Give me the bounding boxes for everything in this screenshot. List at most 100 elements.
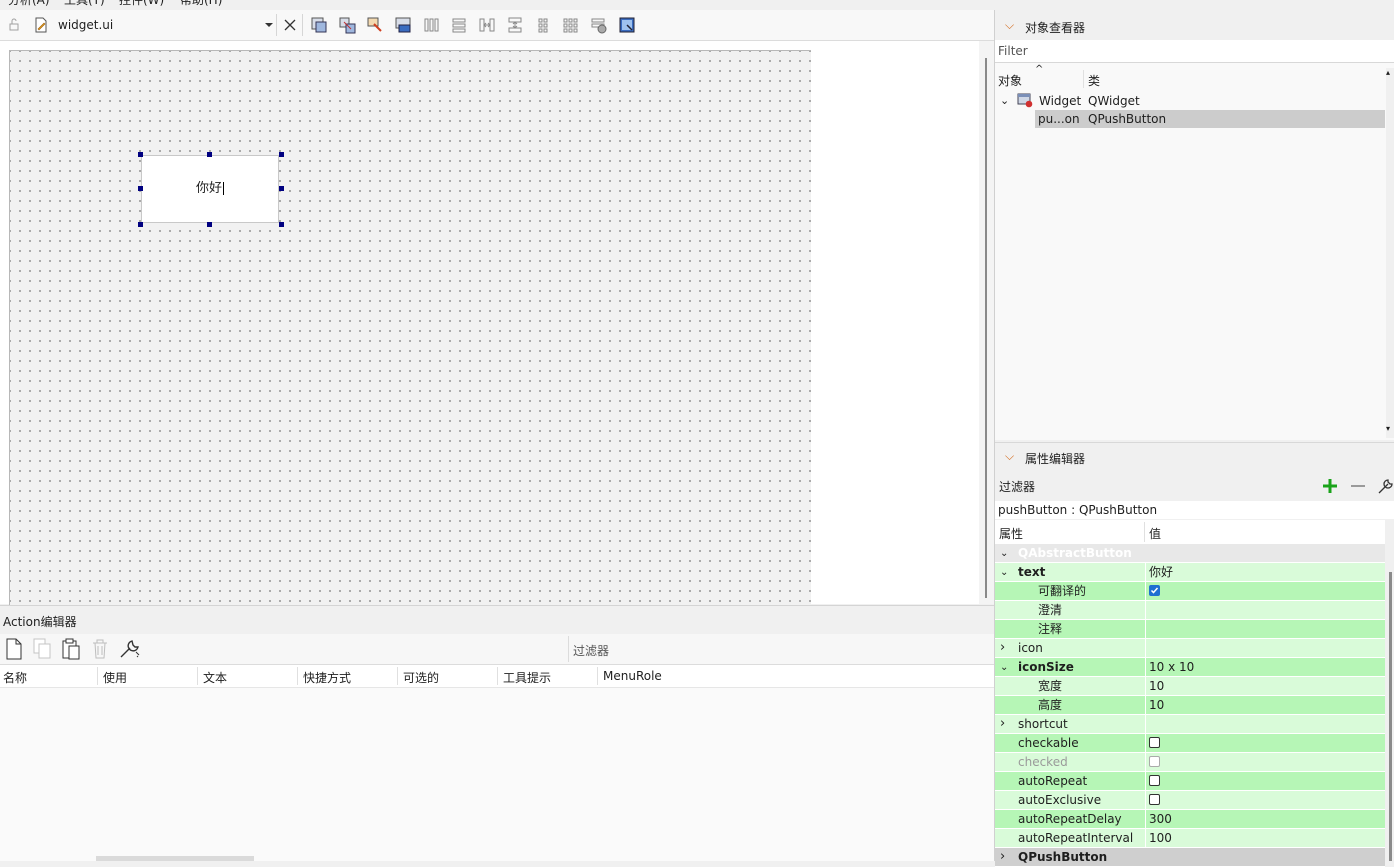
object-inspector-titlebar[interactable]: ⌵ 对象查看器	[995, 12, 1394, 40]
property-value[interactable]	[1145, 582, 1385, 601]
column-header-name[interactable]: 名称	[3, 669, 27, 686]
configure-icon[interactable]	[1377, 477, 1394, 495]
property-value[interactable]: 100	[1145, 829, 1385, 848]
layout-horizontal-splitter-icon[interactable]	[478, 16, 496, 34]
selection-handle[interactable]	[138, 222, 143, 227]
property-row-autorepeatdelay[interactable]: autoRepeatDelay 300	[995, 810, 1385, 829]
property-value[interactable]	[1145, 639, 1385, 658]
chevron-down-icon[interactable]: ⌵	[1005, 449, 1014, 464]
action-horizontal-scrollbar[interactable]	[96, 856, 254, 861]
property-checkbox[interactable]	[1149, 794, 1160, 805]
menu-item-analyze[interactable]: 分析(A)	[8, 0, 50, 8]
action-filter-input[interactable]: 过滤器	[568, 636, 993, 662]
property-row-autoexclusive[interactable]: autoExclusive	[995, 791, 1385, 810]
property-row--[interactable]: 高度 10	[995, 696, 1385, 715]
menu-item-help[interactable]: 帮助(H)	[180, 0, 222, 8]
chevron-down-icon[interactable]: ⌄	[1000, 92, 1009, 110]
column-divider[interactable]	[1083, 70, 1084, 88]
property-value[interactable]: 10	[1145, 696, 1385, 715]
property-scrollbar-thumb[interactable]	[1389, 572, 1392, 861]
property-row-autorepeat[interactable]: autoRepeat	[995, 772, 1385, 791]
layout-form-icon[interactable]	[534, 16, 552, 34]
column-header-menurole[interactable]: MenuRole	[603, 669, 662, 683]
column-divider[interactable]	[597, 667, 598, 685]
edit-buddies-icon[interactable]	[366, 16, 384, 34]
property-row-icon[interactable]: › icon	[995, 639, 1385, 658]
paste-action-icon[interactable]	[61, 638, 81, 660]
chevron-down-icon[interactable]: ⌵	[1005, 18, 1014, 33]
column-divider[interactable]	[1144, 522, 1145, 542]
property-value[interactable]: 10	[1145, 677, 1385, 696]
column-header-object[interactable]: 对象	[998, 72, 1022, 89]
configure-icon[interactable]	[118, 638, 142, 660]
edit-tab-order-icon[interactable]	[394, 16, 412, 34]
column-header-property[interactable]: 属性	[999, 525, 1023, 542]
edit-signals-icon[interactable]	[338, 16, 356, 34]
chevron-right-icon[interactable]: ›	[1000, 638, 1005, 657]
lock-icon[interactable]	[5, 16, 23, 34]
property-value[interactable]	[1145, 734, 1385, 753]
column-header-used[interactable]: 使用	[103, 669, 127, 686]
property-value[interactable]	[1145, 715, 1385, 734]
menu-item-tools[interactable]: 工具(T)	[64, 0, 105, 8]
property-value[interactable]: 你好	[1145, 563, 1385, 582]
property-filter-input[interactable]: 过滤器	[999, 478, 1035, 495]
property-value[interactable]	[1145, 620, 1385, 639]
property-row--[interactable]: 注释	[995, 620, 1385, 639]
adjust-size-icon[interactable]	[618, 16, 636, 34]
layout-grid-icon[interactable]	[562, 16, 580, 34]
edit-widgets-icon[interactable]	[310, 16, 328, 34]
add-dynamic-property-icon[interactable]	[1321, 477, 1339, 495]
menu-item-widgets[interactable]: 控件(W)	[119, 0, 164, 8]
column-header-tooltip[interactable]: 工具提示	[503, 669, 551, 686]
property-row-shortcut[interactable]: › shortcut	[995, 715, 1385, 734]
column-header-class[interactable]: 类	[1088, 72, 1100, 89]
property-row--[interactable]: 澄清	[995, 601, 1385, 620]
selection-handle[interactable]	[207, 222, 212, 227]
selection-handle[interactable]	[138, 186, 143, 191]
property-value[interactable]: 300	[1145, 810, 1385, 829]
column-header-text[interactable]: 文本	[203, 669, 227, 686]
selection-handle[interactable]	[138, 152, 143, 157]
layout-vertical-splitter-icon[interactable]	[506, 16, 524, 34]
close-icon[interactable]	[281, 16, 299, 34]
selection-handle[interactable]	[279, 222, 284, 227]
property-row-qabstractbutton[interactable]: ⌄ QAbstractButton	[995, 544, 1385, 563]
property-row--[interactable]: 宽度 10	[995, 677, 1385, 696]
chevron-right-icon[interactable]: ›	[1000, 714, 1005, 733]
property-value[interactable]	[1145, 601, 1385, 620]
selection-handle[interactable]	[207, 152, 212, 157]
property-value[interactable]	[1145, 753, 1385, 772]
property-checkbox[interactable]	[1149, 585, 1160, 596]
property-value[interactable]	[1145, 791, 1385, 810]
canvas-scrollbar-thumb[interactable]	[985, 58, 987, 598]
break-layout-icon[interactable]	[590, 16, 608, 34]
action-table-body[interactable]	[0, 688, 994, 861]
column-header-value[interactable]: 值	[1149, 525, 1161, 542]
layout-horizontal-icon[interactable]	[422, 16, 440, 34]
property-row--[interactable]: 可翻译的	[995, 582, 1385, 601]
property-editor-titlebar[interactable]: ⌵ 属性编辑器	[995, 442, 1394, 471]
chevron-down-icon[interactable]: ⌄	[1000, 658, 1008, 677]
property-checkbox[interactable]	[1149, 737, 1160, 748]
property-checkbox[interactable]	[1149, 775, 1160, 786]
remove-dynamic-property-icon[interactable]	[1349, 477, 1367, 495]
property-value[interactable]	[1145, 772, 1385, 791]
column-divider[interactable]	[197, 667, 198, 685]
chevron-down-icon[interactable]: ⌄	[1000, 544, 1008, 563]
column-divider[interactable]	[297, 667, 298, 685]
copy-action-icon[interactable]	[32, 638, 52, 660]
tree-row-pushbutton[interactable]: pu...on QPushButton	[1035, 110, 1385, 128]
property-row-text[interactable]: ⌄ text 你好	[995, 563, 1385, 582]
object-filter-input[interactable]: Filter	[995, 40, 1394, 63]
form-canvas[interactable]	[9, 50, 811, 605]
layout-vertical-icon[interactable]	[450, 16, 468, 34]
column-divider[interactable]	[397, 667, 398, 685]
column-header-checkable[interactable]: 可选的	[403, 669, 439, 686]
delete-action-icon[interactable]	[90, 638, 110, 660]
tree-row-widget[interactable]: ⌄ Widget QWidget	[995, 92, 1385, 110]
property-row-iconsize[interactable]: ⌄ iconSize 10 x 10	[995, 658, 1385, 677]
column-header-shortcut[interactable]: 快捷方式	[303, 669, 351, 686]
chevron-down-icon[interactable]: ⌄	[1000, 563, 1008, 582]
property-row-qpushbutton[interactable]: › QPushButton	[995, 848, 1385, 867]
